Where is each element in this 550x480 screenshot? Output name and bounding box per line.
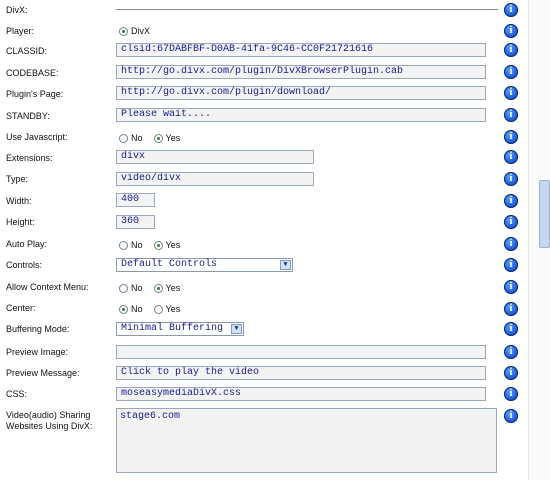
info-icon[interactable]: i xyxy=(504,172,518,186)
classid-field[interactable]: clsid:67DABFBF-D0AB-41fa-9C46-CC0F217216… xyxy=(116,43,486,57)
info-icon[interactable]: i xyxy=(504,322,518,336)
info-icon[interactable]: i xyxy=(504,194,518,208)
info-icon[interactable]: i xyxy=(504,387,518,401)
standby-field[interactable]: Please wait.... xyxy=(116,108,486,122)
center-label: Center: xyxy=(6,303,36,313)
preview-message-field[interactable]: Click to play the video xyxy=(116,366,486,380)
standby-label: STANDBY: xyxy=(6,111,50,121)
section-divider xyxy=(116,9,498,10)
use-javascript-no[interactable]: No xyxy=(119,133,143,143)
player-option-label: DivX xyxy=(131,26,151,36)
radio-icon[interactable] xyxy=(153,304,163,314)
buffering-mode-label: Buffering Mode: xyxy=(6,324,70,334)
use-javascript-yes-label: Yes xyxy=(165,133,181,143)
info-icon[interactable]: i xyxy=(504,3,518,17)
info-icon[interactable]: i xyxy=(504,24,518,38)
sharing-websites-textarea[interactable]: stage6.com xyxy=(116,408,497,473)
info-icon[interactable]: i xyxy=(504,150,518,164)
chevron-down-icon[interactable]: ▼ xyxy=(231,324,242,334)
height-field[interactable]: 360 xyxy=(116,215,155,229)
center-yes[interactable]: Yes xyxy=(153,304,181,314)
player-option[interactable]: DivX xyxy=(119,26,150,36)
preview-image-field[interactable] xyxy=(116,345,486,359)
controls-label: Controls: xyxy=(6,260,43,270)
css-field[interactable]: moseasymediaDivX.css xyxy=(116,387,486,401)
auto-play-no-label: No xyxy=(131,240,143,250)
codebase-label: CODEBASE: xyxy=(6,68,59,78)
info-icon[interactable]: i xyxy=(504,366,518,380)
info-icon[interactable]: i xyxy=(504,280,518,294)
width-label: Width: xyxy=(6,196,32,206)
auto-play-label: Auto Play: xyxy=(6,239,48,249)
radio-selected-icon[interactable] xyxy=(153,133,163,143)
allow-context-menu-label: Allow Context Menu: xyxy=(6,282,89,292)
info-icon[interactable]: i xyxy=(504,86,518,100)
radio-icon[interactable] xyxy=(119,240,128,250)
center-yes-label: Yes xyxy=(165,304,181,314)
extensions-field[interactable]: divx xyxy=(116,150,314,164)
scrollbar-thumb[interactable] xyxy=(539,180,550,248)
auto-play-no[interactable]: No xyxy=(119,240,143,250)
radio-selected-icon[interactable] xyxy=(119,304,128,314)
classid-label: CLASSID: xyxy=(6,46,48,56)
chevron-down-icon[interactable]: ▼ xyxy=(280,260,291,270)
controls-select[interactable]: Default Controls ▼ xyxy=(116,258,293,272)
allow-context-menu-radio-group: No Yes xyxy=(119,283,188,293)
use-javascript-no-label: No xyxy=(131,133,143,143)
height-label: Height: xyxy=(6,217,35,227)
plugins-page-field[interactable]: http://go.divx.com/plugin/download/ xyxy=(116,86,486,100)
radio-selected-icon[interactable] xyxy=(119,26,128,36)
extensions-label: Extensions: xyxy=(6,153,53,163)
preview-message-label: Preview Message: xyxy=(6,368,80,378)
controls-selected-value: Default Controls xyxy=(121,259,218,270)
player-label: Player: xyxy=(6,26,35,36)
allow-context-menu-yes[interactable]: Yes xyxy=(153,283,181,293)
radio-selected-icon[interactable] xyxy=(153,283,163,293)
type-label: Type: xyxy=(6,174,29,184)
sharing-websites-label: Video(audio) Sharing Websites Using DivX… xyxy=(6,410,93,431)
info-icon[interactable]: i xyxy=(504,108,518,122)
plugins-page-label: Plugin's Page: xyxy=(6,89,64,99)
codebase-field[interactable]: http://go.divx.com/plugin/DivXBrowserPlu… xyxy=(116,65,486,79)
buffering-mode-select[interactable]: Minimal Buffering ▼ xyxy=(116,322,244,336)
preview-image-label: Preview Image: xyxy=(6,347,69,357)
info-icon[interactable]: i xyxy=(504,43,518,57)
use-javascript-radio-group: No Yes xyxy=(119,133,188,143)
use-javascript-yes[interactable]: Yes xyxy=(153,133,181,143)
center-no[interactable]: No xyxy=(119,304,143,314)
buffering-mode-selected-value: Minimal Buffering xyxy=(121,323,224,334)
allow-context-menu-no[interactable]: No xyxy=(119,283,143,293)
css-label: CSS: xyxy=(6,389,28,399)
info-icon[interactable]: i xyxy=(504,345,518,359)
center-radio-group: No Yes xyxy=(119,304,188,314)
info-icon[interactable]: i xyxy=(504,409,518,423)
info-icon[interactable]: i xyxy=(504,302,518,316)
allow-context-menu-no-label: No xyxy=(131,283,143,293)
info-icon[interactable]: i xyxy=(504,65,518,79)
use-javascript-label: Use Javascript: xyxy=(6,132,68,142)
info-icon[interactable]: i xyxy=(504,258,518,272)
center-no-label: No xyxy=(131,304,143,314)
info-icon[interactable]: i xyxy=(504,215,518,229)
info-icon[interactable]: i xyxy=(504,130,518,144)
type-field[interactable]: video/divx xyxy=(116,172,314,186)
auto-play-yes[interactable]: Yes xyxy=(153,240,181,250)
auto-play-yes-label: Yes xyxy=(165,240,181,250)
radio-icon[interactable] xyxy=(119,133,128,143)
divx-settings-panel: DivX: i Player: DivX i CLASSID: clsid:67… xyxy=(0,0,525,480)
radio-selected-icon[interactable] xyxy=(153,240,163,250)
width-field[interactable]: 400 xyxy=(116,193,155,207)
auto-play-radio-group: No Yes xyxy=(119,240,188,250)
info-icon[interactable]: i xyxy=(504,237,518,251)
divx-label: DivX: xyxy=(6,5,28,15)
player-radio-group: DivX xyxy=(119,26,158,36)
allow-context-menu-yes-label: Yes xyxy=(165,283,181,293)
radio-icon[interactable] xyxy=(119,283,128,293)
